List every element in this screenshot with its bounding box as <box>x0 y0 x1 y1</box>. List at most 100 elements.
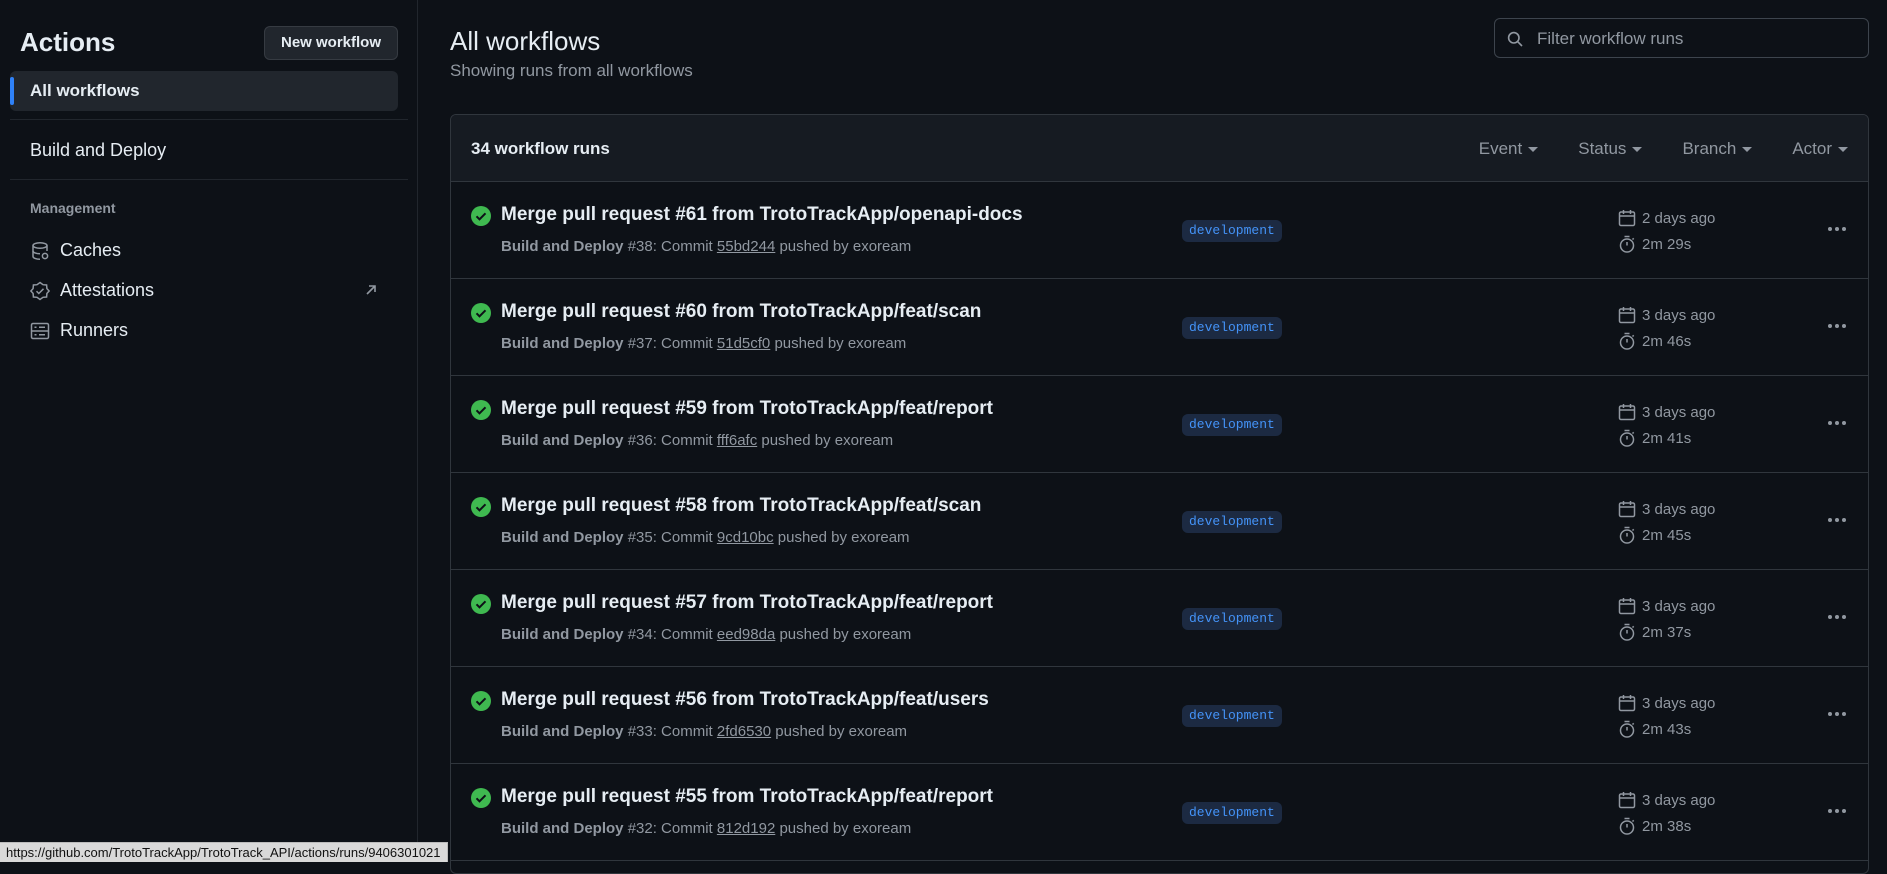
kebab-menu-icon[interactable] <box>1826 703 1848 725</box>
actor-filter-dropdown[interactable]: Actor <box>1792 115 1848 182</box>
sidebar-item-label: Attestations <box>60 280 155 300</box>
branch-label[interactable]: development <box>1182 705 1282 727</box>
run-meta: Build and Deploy #33: Commit 2fd6530 pus… <box>501 723 907 740</box>
run-meta: Build and Deploy #35: Commit 9cd10bc pus… <box>501 529 910 546</box>
run-date: 3 days ago <box>1642 501 1716 518</box>
run-workflow-name: Build and Deploy <box>501 723 624 740</box>
kebab-menu-icon[interactable] <box>1826 509 1848 531</box>
management-heading: Management <box>30 200 116 216</box>
branch-label[interactable]: development <box>1182 802 1282 824</box>
run-date: 3 days ago <box>1642 695 1716 712</box>
run-workflow-name: Build and Deploy <box>501 529 624 546</box>
branch-label[interactable]: development <box>1182 511 1282 533</box>
sidebar: Actions New workflow All workflows Build… <box>0 0 418 862</box>
sidebar-item-all-workflows[interactable]: All workflows <box>10 71 398 111</box>
kebab-menu-icon[interactable] <box>1826 800 1848 822</box>
commit-sha-link[interactable]: 812d192 <box>717 820 775 837</box>
run-pushed-by: pushed by exoream <box>775 626 912 643</box>
workflow-run-row[interactable]: Merge pull request #57 from TrotoTrackAp… <box>451 570 1868 667</box>
run-duration: 2m 43s <box>1642 721 1692 738</box>
branch-label[interactable]: development <box>1182 317 1282 339</box>
success-check-icon <box>471 303 491 323</box>
run-workflow-name: Build and Deploy <box>501 238 624 255</box>
workflow-run-row[interactable]: Merge pull request #61 from TrotoTrackAp… <box>451 182 1868 279</box>
commit-sha-link[interactable]: 51d5cf0 <box>717 335 770 352</box>
run-timing: 2 days ago 2m 29s <box>1618 206 1758 258</box>
run-meta: Build and Deploy #37: Commit 51d5cf0 pus… <box>501 335 906 352</box>
sidebar-item-label: All workflows <box>30 81 140 100</box>
commit-sha-link[interactable]: eed98da <box>717 626 775 643</box>
run-commit-prefix: : Commit <box>652 723 717 740</box>
run-title-link[interactable]: Merge pull request #56 from TrotoTrackAp… <box>501 689 989 711</box>
runs-box-header: 34 workflow runs Event Status Branch Act… <box>451 115 1868 182</box>
run-pushed-by: pushed by exoream <box>775 820 912 837</box>
commit-sha-link[interactable]: 2fd6530 <box>717 723 771 740</box>
event-filter-dropdown[interactable]: Event <box>1479 115 1539 182</box>
commit-sha-link[interactable]: 55bd244 <box>717 238 775 255</box>
run-title-link[interactable]: Merge pull request #59 from TrotoTrackAp… <box>501 398 993 420</box>
run-title-link[interactable]: Merge pull request #55 from TrotoTrackAp… <box>501 786 993 808</box>
run-title-link[interactable]: Merge pull request #60 from TrotoTrackAp… <box>501 301 981 323</box>
kebab-menu-icon[interactable] <box>1826 218 1848 240</box>
sidebar-header: Actions New workflow <box>20 26 398 60</box>
main-content: All workflows Showing runs from all work… <box>418 0 1887 874</box>
calendar-icon <box>1618 792 1636 809</box>
run-title-link[interactable]: Merge pull request #58 from TrotoTrackAp… <box>501 495 981 517</box>
filter-runs-input[interactable] <box>1535 19 1859 59</box>
calendar-icon <box>1618 695 1636 712</box>
success-check-icon <box>471 594 491 614</box>
sidebar-item-caches[interactable]: Caches <box>10 232 398 268</box>
filter-label: Status <box>1578 138 1627 158</box>
run-date: 3 days ago <box>1642 404 1716 421</box>
run-number: #36 <box>627 432 653 449</box>
branch-filter-dropdown[interactable]: Branch <box>1682 115 1753 182</box>
status-filter-dropdown[interactable]: Status <box>1578 115 1643 182</box>
sidebar-divider <box>10 119 408 120</box>
run-timing: 3 days ago 2m 43s <box>1618 691 1758 743</box>
sidebar-item-build-and-deploy[interactable]: Build and Deploy <box>10 132 398 168</box>
run-duration: 2m 45s <box>1642 527 1692 544</box>
run-pushed-by: pushed by exoream <box>773 529 910 546</box>
caret-down-icon <box>1632 147 1643 152</box>
workflow-run-row[interactable]: Merge pull request #60 from TrotoTrackAp… <box>451 279 1868 376</box>
calendar-icon <box>1618 501 1636 518</box>
commit-sha-link[interactable]: 9cd10bc <box>717 529 774 546</box>
run-pushed-by: pushed by exoream <box>775 238 912 255</box>
workflow-run-row[interactable]: Merge pull request #59 from TrotoTrackAp… <box>451 376 1868 473</box>
branch-label[interactable]: development <box>1182 220 1282 242</box>
search-icon <box>1507 31 1523 47</box>
workflow-run-row[interactable]: Merge pull request #56 from TrotoTrackAp… <box>451 667 1868 764</box>
run-workflow-name: Build and Deploy <box>501 820 624 837</box>
run-commit-prefix: : Commit <box>652 529 717 546</box>
run-filters: Event Status Branch Actor <box>1439 115 1848 182</box>
run-commit-prefix: : Commit <box>652 238 717 255</box>
run-title-link[interactable]: Merge pull request #57 from TrotoTrackAp… <box>501 592 993 614</box>
kebab-menu-icon[interactable] <box>1826 606 1848 628</box>
commit-sha-link[interactable]: fff6afc <box>717 432 757 449</box>
run-title-link[interactable]: Merge pull request #61 from TrotoTrackAp… <box>501 204 1023 226</box>
run-number: #34 <box>627 626 653 643</box>
stopwatch-icon <box>1619 817 1635 835</box>
run-date: 3 days ago <box>1642 598 1716 615</box>
run-date: 3 days ago <box>1642 792 1716 809</box>
workflow-run-row[interactable]: Merge pull request #58 from TrotoTrackAp… <box>451 473 1868 570</box>
filter-label: Actor <box>1792 138 1832 158</box>
kebab-menu-icon[interactable] <box>1826 412 1848 434</box>
run-workflow-name: Build and Deploy <box>501 432 624 449</box>
kebab-menu-icon[interactable] <box>1826 315 1848 337</box>
success-check-icon <box>471 788 491 808</box>
workflow-run-row[interactable]: Merge pull request #55 from TrotoTrackAp… <box>451 764 1868 861</box>
caret-down-icon <box>1742 147 1753 152</box>
sidebar-item-attestations[interactable]: Attestations <box>10 272 398 308</box>
filter-runs-search[interactable] <box>1494 18 1869 59</box>
branch-label[interactable]: development <box>1182 414 1282 436</box>
run-commit-prefix: : Commit <box>652 626 717 643</box>
new-workflow-button[interactable]: New workflow <box>263 26 398 60</box>
sidebar-divider <box>10 179 408 180</box>
workflow-runs-count: 34 workflow runs <box>471 139 610 158</box>
run-meta: Build and Deploy #36: Commit fff6afc pus… <box>501 432 893 449</box>
sidebar-item-runners[interactable]: Runners <box>10 312 398 348</box>
run-number: #38 <box>627 238 653 255</box>
stopwatch-icon <box>1619 429 1635 447</box>
branch-label[interactable]: development <box>1182 608 1282 630</box>
